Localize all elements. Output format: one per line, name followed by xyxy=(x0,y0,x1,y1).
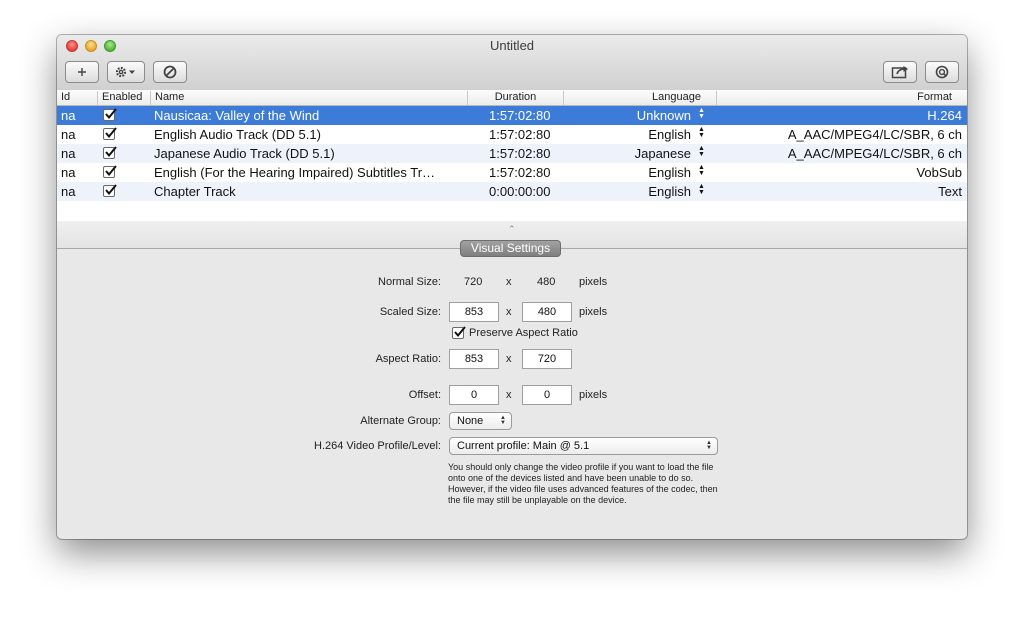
preserve-aspect-label[interactable]: Preserve Aspect Ratio xyxy=(469,327,578,339)
track-name: Chapter Track xyxy=(154,184,236,199)
track-id: na xyxy=(61,146,76,161)
offset-separator: x xyxy=(506,389,512,401)
action-menu-button[interactable] xyxy=(107,61,145,83)
track-name: English (For the Hearing Impaired) Subti… xyxy=(154,165,436,180)
profile-help-text: You should only change the video profile… xyxy=(448,462,718,505)
track-format: VobSub xyxy=(916,165,962,180)
scaled-width-input[interactable] xyxy=(449,302,499,322)
aspect-ratio-label: Aspect Ratio: xyxy=(375,353,441,365)
offset-label: Offset: xyxy=(408,389,441,401)
track-id: na xyxy=(61,165,76,180)
profile-value: Current profile: Main @ 5.1 xyxy=(457,440,590,452)
add-track-button[interactable] xyxy=(65,61,99,83)
track-format: A_AAC/MPEG4/LC/SBR, 6 ch xyxy=(787,146,962,161)
enabled-checkbox[interactable] xyxy=(103,165,117,178)
track-language[interactable]: English xyxy=(648,164,691,181)
alternate-group-label: Alternate Group: xyxy=(360,415,441,427)
language-stepper-icon[interactable]: ▲ ▼ xyxy=(698,145,705,158)
track-format: H.264 xyxy=(927,108,962,123)
track-table-body: na Nausicaa: Valley of the Wind 1:57:02:… xyxy=(57,106,967,221)
normal-size-unit: pixels xyxy=(579,276,608,288)
aspect-ratio-separator: x xyxy=(506,353,512,365)
language-stepper-icon[interactable]: ▲ ▼ xyxy=(698,164,705,177)
share-icon xyxy=(891,66,908,79)
disable-track-button[interactable] xyxy=(153,61,187,83)
offset-unit: pixels xyxy=(579,389,608,401)
track-table-header: Id Enabled Name Duration Language Format xyxy=(57,90,967,106)
aspect-height-input[interactable] xyxy=(522,349,572,369)
track-duration: 1:57:02:80 xyxy=(489,165,551,180)
prohibit-icon xyxy=(163,65,177,79)
alternate-group-value: None xyxy=(457,415,484,427)
track-name: Japanese Audio Track (DD 5.1) xyxy=(154,146,335,161)
track-language[interactable]: English xyxy=(648,183,691,200)
chevron-updown-icon: ▲ ▼ xyxy=(500,415,506,426)
table-row[interactable]: na Nausicaa: Valley of the Wind 1:57:02:… xyxy=(57,106,967,125)
divider-grip-icon[interactable]: ⌃ xyxy=(508,224,516,235)
track-language[interactable]: Japanese xyxy=(635,145,691,162)
offset-y-input[interactable] xyxy=(522,385,572,405)
track-id: na xyxy=(61,127,76,142)
toolbar: Untitled xyxy=(57,35,967,91)
column-header-enabled[interactable]: Enabled xyxy=(97,91,149,105)
track-format: A_AAC/MPEG4/LC/SBR, 6 ch xyxy=(787,127,962,142)
track-language[interactable]: English xyxy=(648,126,691,143)
preserve-aspect-checkbox[interactable] xyxy=(452,326,466,339)
track-name: English Audio Track (DD 5.1) xyxy=(154,127,321,142)
profile-select[interactable]: Current profile: Main @ 5.1 ▲ ▼ xyxy=(449,437,718,455)
window-title: Untitled xyxy=(489,38,535,53)
column-header-id[interactable]: Id xyxy=(61,91,70,105)
normal-size-height: 480 xyxy=(537,276,556,288)
profile-label: H.264 Video Profile/Level: xyxy=(314,440,441,452)
share-button[interactable] xyxy=(883,61,917,83)
column-header-name[interactable]: Name xyxy=(150,91,467,105)
checkmark-icon xyxy=(105,127,117,139)
enabled-checkbox[interactable] xyxy=(103,184,117,197)
normal-size-label: Normal Size: xyxy=(378,276,441,288)
track-format: Text xyxy=(938,184,962,199)
plus-icon xyxy=(78,68,86,76)
language-stepper-icon[interactable]: ▲ ▼ xyxy=(698,183,705,196)
gear-icon xyxy=(115,66,135,78)
checkmark-icon xyxy=(105,165,117,177)
language-stepper-icon[interactable]: ▲ ▼ xyxy=(698,107,705,120)
enabled-checkbox[interactable] xyxy=(103,108,117,121)
column-header-duration[interactable]: Duration xyxy=(467,91,563,105)
scaled-size-separator: x xyxy=(506,306,512,318)
enabled-checkbox[interactable] xyxy=(103,127,117,140)
checkmark-icon xyxy=(105,108,117,120)
offset-x-input[interactable] xyxy=(449,385,499,405)
table-row[interactable]: na Japanese Audio Track (DD 5.1) 1:57:02… xyxy=(57,144,967,163)
table-row[interactable]: na English (For the Hearing Impaired) Su… xyxy=(57,163,967,182)
inspect-button[interactable] xyxy=(925,61,959,83)
normal-size-separator: x xyxy=(506,276,512,288)
scaled-size-unit: pixels xyxy=(579,306,608,318)
visual-settings-tab[interactable]: Visual Settings xyxy=(460,240,561,257)
track-id: na xyxy=(61,184,76,199)
column-header-format[interactable]: Format xyxy=(716,91,967,105)
track-duration: 1:57:02:80 xyxy=(489,146,551,161)
main-window: Untitled Id Enabled Name Duration Langua… xyxy=(57,35,967,539)
scaled-height-input[interactable] xyxy=(522,302,572,322)
track-id: na xyxy=(61,108,76,123)
table-row[interactable]: na Chapter Track 0:00:00:00 English ▲ ▼ T… xyxy=(57,182,967,201)
alternate-group-select[interactable]: None ▲ ▼ xyxy=(449,412,512,430)
checkmark-icon xyxy=(105,146,117,158)
language-stepper-icon[interactable]: ▲ ▼ xyxy=(698,126,705,139)
table-row[interactable]: na English Audio Track (DD 5.1) 1:57:02:… xyxy=(57,125,967,144)
track-language[interactable]: Unknown xyxy=(637,107,691,124)
checkmark-icon xyxy=(454,326,466,338)
checkmark-icon xyxy=(105,184,117,196)
chevron-updown-icon: ▲ ▼ xyxy=(706,440,712,451)
inspect-icon xyxy=(935,65,949,79)
scaled-size-label: Scaled Size: xyxy=(379,306,441,318)
normal-size-width: 720 xyxy=(464,276,483,288)
column-header-language[interactable]: Language xyxy=(563,91,716,105)
track-name: Nausicaa: Valley of the Wind xyxy=(154,108,320,123)
track-duration: 1:57:02:80 xyxy=(489,108,551,123)
enabled-checkbox[interactable] xyxy=(103,146,117,159)
track-duration: 1:57:02:80 xyxy=(489,127,551,142)
aspect-width-input[interactable] xyxy=(449,349,499,369)
track-duration: 0:00:00:00 xyxy=(489,184,551,199)
